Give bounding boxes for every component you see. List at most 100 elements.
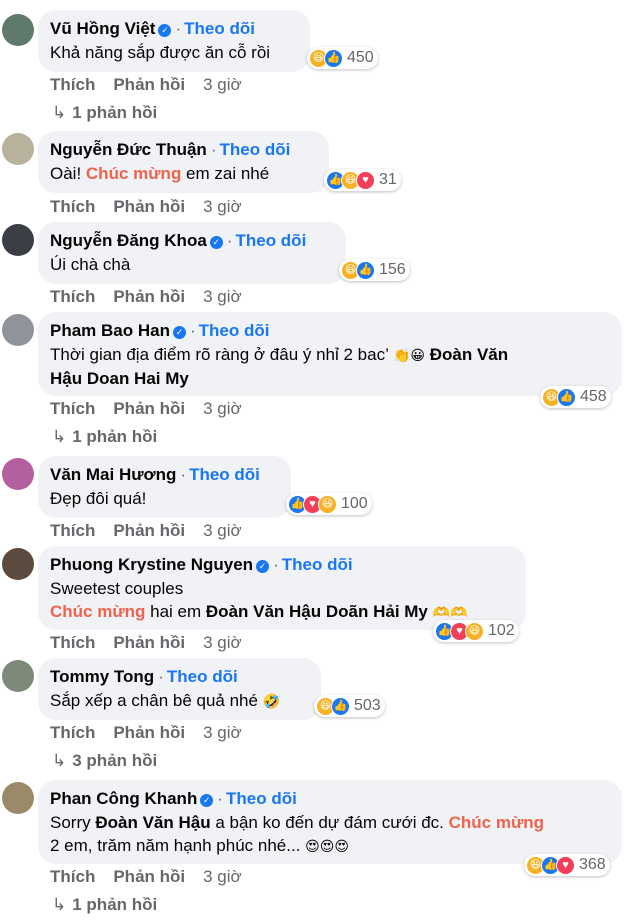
heart-hands-emoji: 🫶🫶 xyxy=(432,604,468,620)
author-name[interactable]: Pham Bao Han xyxy=(50,321,170,340)
verified-icon: ✓ xyxy=(158,24,172,37)
like-button[interactable]: Thích xyxy=(50,399,95,418)
avatar[interactable] xyxy=(2,782,34,814)
reply-arrow-icon: ↳ xyxy=(52,427,67,446)
comment-actions: Thích Phản hồi 3 giờ xyxy=(50,521,260,541)
haha-icon: 😆 xyxy=(465,621,484,641)
timestamp[interactable]: 3 giờ xyxy=(203,633,242,652)
timestamp[interactable]: 3 giờ xyxy=(203,867,242,886)
follow-button[interactable]: Theo dõi xyxy=(184,19,255,38)
reaction-summary[interactable]: 😆 👍 458 xyxy=(540,386,611,408)
follow-button[interactable]: Theo dõi xyxy=(167,667,238,686)
reply-button[interactable]: Phản hồi xyxy=(113,633,185,652)
clap-grin-emoji: 👏😀 xyxy=(392,347,425,363)
reply-button[interactable]: Phản hồi xyxy=(113,287,185,306)
reply-arrow-icon: ↳ xyxy=(52,751,67,770)
avatar[interactable] xyxy=(2,14,34,46)
view-replies[interactable]: ↳ 3 phản hồi xyxy=(52,751,157,771)
mention-link[interactable]: Đoàn Văn Hậu Doãn Hải My xyxy=(206,602,428,621)
follow-button[interactable]: Theo dõi xyxy=(226,789,297,808)
comment-bubble: Tommy Tong · Theo dõi Sắp xếp a chân bê qu… xyxy=(38,658,321,720)
like-button[interactable]: Thích xyxy=(50,521,95,540)
comment-bubble: Văn Mai Hương · Theo dõi Đẹp đôi quá! xyxy=(38,456,291,518)
reaction-summary[interactable]: 😆 👍 ♥ 368 xyxy=(524,854,610,876)
comment-text: Sorry Đoàn Văn Hậu a bận ko đến dự đám c… xyxy=(50,813,545,855)
timestamp[interactable]: 3 giờ xyxy=(203,287,242,306)
view-replies[interactable]: ↳ 1 phản hồi xyxy=(52,103,157,123)
author-name[interactable]: Nguyễn Đăng Khoa xyxy=(50,231,207,250)
comment-bubble: Vũ Hồng Việt ✓ · Theo dõi Khả năng sắp được… xyxy=(38,10,310,72)
reaction-summary[interactable]: 👍 😆 ♥ 31 xyxy=(324,169,401,191)
reply-button[interactable]: Phản hồi xyxy=(113,75,185,94)
verified-icon: ✓ xyxy=(172,326,186,339)
comment-actions: Thích Phản hồi 3 giờ xyxy=(50,633,260,653)
reply-arrow-icon: ↳ xyxy=(52,895,67,914)
timestamp[interactable]: 3 giờ xyxy=(203,197,242,216)
follow-button[interactable]: Theo dõi xyxy=(189,465,260,484)
reply-button[interactable]: Phản hồi xyxy=(113,867,185,886)
comment-text: Thời gian địa điểm rõ ràng ở đâu ý nhỉ 2… xyxy=(50,345,509,388)
author-name[interactable]: Vũ Hồng Việt xyxy=(50,19,155,38)
highlight-text[interactable]: Chúc mừng xyxy=(449,813,544,832)
highlight-text[interactable]: Chúc mừng xyxy=(86,164,181,183)
like-button[interactable]: Thích xyxy=(50,287,95,306)
like-button[interactable]: Thích xyxy=(50,723,95,742)
timestamp[interactable]: 3 giờ xyxy=(203,723,242,742)
heart-eyes-emoji: 😍😍😍 xyxy=(305,838,349,854)
follow-button[interactable]: Theo dõi xyxy=(282,555,353,574)
follow-button[interactable]: Theo dõi xyxy=(220,140,291,159)
view-replies[interactable]: ↳ 1 phản hồi xyxy=(52,895,157,915)
timestamp[interactable]: 3 giờ xyxy=(203,399,242,418)
author-name[interactable]: Nguyễn Đức Thuận xyxy=(50,140,207,159)
reply-button[interactable]: Phản hồi xyxy=(113,399,185,418)
reply-button[interactable]: Phản hồi xyxy=(113,723,185,742)
author-name[interactable]: Tommy Tong xyxy=(50,667,154,686)
reaction-summary[interactable]: 👍 ♥ 😆 100 xyxy=(286,493,372,515)
reaction-summary[interactable]: 😆 👍 450 xyxy=(307,47,378,69)
follow-button[interactable]: Theo dõi xyxy=(235,231,306,250)
comment-bubble: Pham Bao Han ✓ · Theo dõi Thời gian địa điể… xyxy=(38,312,622,396)
comment-actions: Thích Phản hồi 3 giờ xyxy=(50,399,260,419)
avatar[interactable] xyxy=(2,314,34,346)
reaction-summary[interactable]: 😆 👍 503 xyxy=(314,695,385,717)
like-button[interactable]: Thích xyxy=(50,633,95,652)
author-name[interactable]: Văn Mai Hương xyxy=(50,465,176,484)
comment-text: Úi chà chà xyxy=(50,255,131,274)
author-name[interactable]: Phuong Krystine Nguyen xyxy=(50,555,253,574)
highlight-text[interactable]: Chúc mừng xyxy=(50,602,145,621)
reaction-summary[interactable]: 👍 ♥ 😆 102 xyxy=(433,620,519,642)
avatar[interactable] xyxy=(2,660,34,692)
mention-link[interactable]: Đoàn Văn Hậu xyxy=(95,813,210,832)
rofl-emoji: 🤣 xyxy=(262,693,281,709)
reaction-summary[interactable]: 😆 👍 156 xyxy=(339,259,410,281)
comment-text: Sắp xếp a chân bê quả nhé 🤣 xyxy=(50,691,281,710)
mention-link[interactable]: Hậu Doan Hai My xyxy=(50,369,189,388)
comment-actions: Thích Phản hồi 3 giờ xyxy=(50,197,260,217)
comment-text: Đẹp đôi quá! xyxy=(50,489,147,508)
comment-actions: Thích Phản hồi 3 giờ xyxy=(50,867,260,887)
reply-button[interactable]: Phản hồi xyxy=(113,197,185,216)
view-replies[interactable]: ↳ 1 phản hồi xyxy=(52,427,157,447)
timestamp[interactable]: 3 giờ xyxy=(203,521,242,540)
like-icon: 👍 xyxy=(356,260,375,280)
like-icon: 👍 xyxy=(324,48,343,68)
like-button[interactable]: Thích xyxy=(50,867,95,886)
comment-actions: Thích Phản hồi 3 giờ xyxy=(50,287,260,307)
comment-bubble: Phan Công Khanh ✓ · Theo dõi Sorry Đoàn Văn… xyxy=(38,780,622,864)
verified-icon: ✓ xyxy=(256,560,270,573)
like-icon: 👍 xyxy=(331,696,350,716)
comment-actions: Thích Phản hồi 3 giờ xyxy=(50,723,260,743)
avatar[interactable] xyxy=(2,133,34,165)
like-button[interactable]: Thích xyxy=(50,75,95,94)
like-button[interactable]: Thích xyxy=(50,197,95,216)
reply-arrow-icon: ↳ xyxy=(52,103,67,122)
avatar[interactable] xyxy=(2,224,34,256)
mention-link[interactable]: Đoàn Văn xyxy=(430,345,508,364)
reply-button[interactable]: Phản hồi xyxy=(113,521,185,540)
timestamp[interactable]: 3 giờ xyxy=(203,75,242,94)
avatar[interactable] xyxy=(2,548,34,580)
follow-button[interactable]: Theo dõi xyxy=(199,321,270,340)
verified-icon: ✓ xyxy=(209,236,223,249)
author-name[interactable]: Phan Công Khanh xyxy=(50,789,197,808)
avatar[interactable] xyxy=(2,458,34,490)
